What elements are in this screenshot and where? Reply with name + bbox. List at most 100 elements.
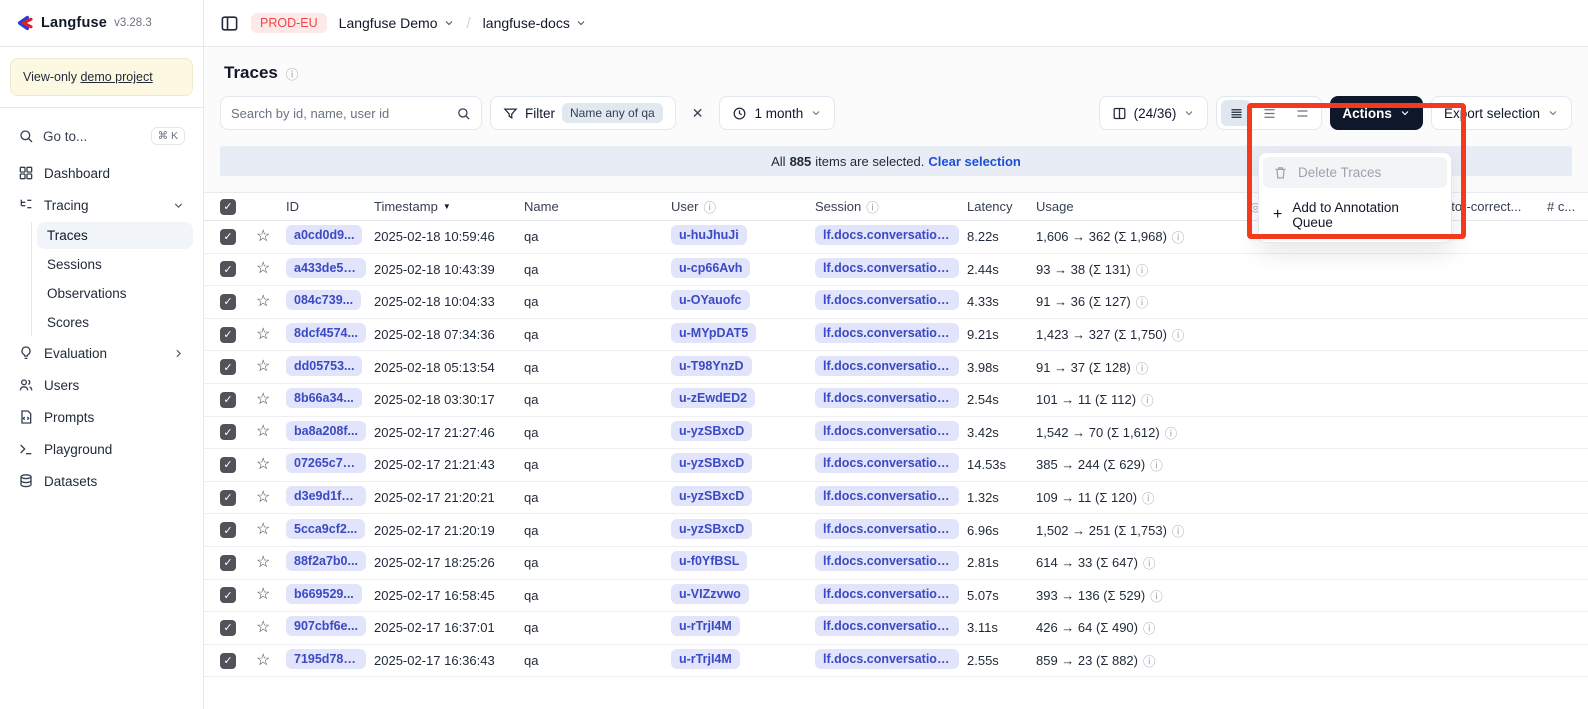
demo-project-link[interactable]: demo project — [80, 70, 152, 84]
user-badge[interactable]: u-T98YnzD — [671, 356, 752, 376]
time-range-button[interactable]: 1 month — [719, 96, 835, 130]
table-row[interactable]: ✓ ☆ d3e9d1f2... 2025-02-17 21:20:21 qa u… — [204, 482, 1588, 515]
star-icon[interactable]: ☆ — [256, 457, 270, 473]
trace-id-badge[interactable]: 907cbf6e... — [286, 616, 366, 636]
sidebar-item-playground[interactable]: Playground — [10, 434, 193, 464]
session-badge[interactable]: lf.docs.conversation... — [815, 486, 959, 506]
filter-button[interactable]: Filter Name any of qa — [490, 96, 676, 130]
session-badge[interactable]: lf.docs.conversation... — [815, 225, 959, 245]
columns-button[interactable]: (24/36) — [1099, 96, 1209, 130]
table-row[interactable]: ✓ ☆ b669529... 2025-02-17 16:58:45 qa u-… — [204, 580, 1588, 613]
col-header-latency[interactable]: Latency — [967, 199, 1036, 214]
table-row[interactable]: ✓ ☆ dd05753... 2025-02-18 05:13:54 qa u-… — [204, 351, 1588, 384]
row-checkbox[interactable]: ✓ — [220, 620, 236, 636]
session-badge[interactable]: lf.docs.conversation... — [815, 356, 959, 376]
info-icon[interactable]: ⓘ — [1150, 455, 1163, 474]
row-checkbox[interactable]: ✓ — [220, 229, 236, 245]
row-checkbox[interactable]: ✓ — [220, 294, 236, 310]
col-header-score3[interactable]: # c... — [1547, 199, 1588, 214]
trace-id-badge[interactable]: 5cca9cf2... — [286, 519, 365, 539]
info-icon[interactable]: ⓘ — [1136, 358, 1149, 377]
star-icon[interactable]: ☆ — [256, 359, 270, 375]
row-checkbox[interactable]: ✓ — [220, 555, 236, 571]
info-icon[interactable]: ⓘ — [1165, 423, 1178, 442]
trace-id-badge[interactable]: 8b66a34... — [286, 388, 362, 408]
info-icon[interactable]: ⓘ — [1143, 618, 1156, 637]
info-icon[interactable]: ⓘ — [1172, 227, 1185, 246]
row-checkbox[interactable]: ✓ — [220, 457, 236, 473]
star-icon[interactable]: ☆ — [256, 490, 270, 506]
row-checkbox[interactable]: ✓ — [220, 424, 236, 440]
search-input[interactable] — [231, 106, 456, 121]
row-checkbox[interactable]: ✓ — [220, 261, 236, 277]
session-badge[interactable]: lf.docs.conversation... — [815, 616, 959, 636]
table-row[interactable]: ✓ ☆ 5cca9cf2... 2025-02-17 21:20:19 qa u… — [204, 514, 1588, 547]
row-checkbox[interactable]: ✓ — [220, 392, 236, 408]
star-icon[interactable]: ☆ — [256, 327, 270, 343]
session-badge[interactable]: lf.docs.conversation... — [815, 551, 959, 571]
user-badge[interactable]: u-cp66Avh — [671, 258, 750, 278]
session-badge[interactable]: lf.docs.conversation... — [815, 323, 959, 343]
row-height-large-button[interactable] — [1287, 100, 1317, 126]
user-badge[interactable]: u-zEwdED2 — [671, 388, 755, 408]
info-icon[interactable]: ⓘ — [866, 197, 879, 216]
row-checkbox[interactable]: ✓ — [220, 490, 236, 506]
info-icon[interactable]: ⓘ — [1136, 260, 1149, 279]
clear-filter-button[interactable]: ✕ — [684, 105, 712, 122]
star-icon[interactable]: ☆ — [256, 261, 270, 277]
sidebar-item-evaluation[interactable]: Evaluation — [10, 338, 193, 368]
info-icon[interactable]: ⓘ — [1172, 521, 1185, 540]
table-row[interactable]: ✓ ☆ 88f2a7b0... 2025-02-17 18:25:26 qa u… — [204, 547, 1588, 580]
row-checkbox[interactable]: ✓ — [220, 522, 236, 538]
star-icon[interactable]: ☆ — [256, 392, 270, 408]
info-icon[interactable]: ⓘ — [1150, 586, 1163, 605]
info-icon[interactable]: ⓘ — [1141, 390, 1154, 409]
star-icon[interactable]: ☆ — [256, 555, 270, 571]
user-badge[interactable]: u-rTrjI4M — [671, 649, 740, 669]
star-icon[interactable]: ☆ — [256, 587, 270, 603]
trace-id-badge[interactable]: 084c739... — [286, 290, 361, 310]
session-badge[interactable]: lf.docs.conversation... — [815, 649, 959, 669]
trace-id-badge[interactable]: dd05753... — [286, 356, 362, 376]
sidebar-toggle-icon[interactable] — [220, 14, 239, 33]
user-badge[interactable]: u-yzSBxcD — [671, 519, 752, 539]
sidebar-item-tracing[interactable]: Tracing — [10, 190, 193, 220]
col-header-name[interactable]: Name — [524, 199, 671, 214]
table-row[interactable]: ✓ ☆ 907cbf6e... 2025-02-17 16:37:01 qa u… — [204, 612, 1588, 645]
table-row[interactable]: ✓ ☆ 7195d78e... 2025-02-17 16:36:43 qa u… — [204, 645, 1588, 678]
info-icon[interactable]: ⓘ — [1136, 292, 1149, 311]
info-icon[interactable]: ⓘ — [703, 197, 716, 216]
col-header-id[interactable]: ID — [286, 199, 374, 214]
sidebar-item-observations[interactable]: Observations — [37, 280, 193, 307]
col-header-session[interactable]: Sessionⓘ — [815, 197, 967, 216]
star-icon[interactable]: ☆ — [256, 294, 270, 310]
export-selection-button[interactable]: Export selection — [1431, 96, 1572, 130]
goto-search[interactable]: Go to... ⌘ K — [10, 120, 193, 152]
filter-value-chip[interactable]: Name any of qa — [562, 103, 663, 123]
star-icon[interactable]: ☆ — [256, 229, 270, 245]
menu-item-delete-traces[interactable]: Delete Traces — [1263, 157, 1447, 188]
trace-id-badge[interactable]: a433de51... — [286, 258, 366, 278]
trace-id-badge[interactable]: 07265c7a... — [286, 453, 366, 473]
info-icon[interactable]: ⓘ — [1143, 553, 1156, 572]
trace-id-badge[interactable]: 88f2a7b0... — [286, 551, 366, 571]
user-badge[interactable]: u-rTrjI4M — [671, 616, 740, 636]
user-badge[interactable]: u-yzSBxcD — [671, 421, 752, 441]
info-icon[interactable]: ⓘ — [1172, 325, 1185, 344]
session-badge[interactable]: lf.docs.conversation... — [815, 519, 959, 539]
sidebar-item-traces[interactable]: Traces — [37, 222, 193, 249]
trace-id-badge[interactable]: ba8a208f... — [286, 421, 366, 441]
user-badge[interactable]: u-VIZzvwo — [671, 584, 749, 604]
session-badge[interactable]: lf.docs.conversation... — [815, 584, 959, 604]
table-row[interactable]: ✓ ☆ a433de51... 2025-02-18 10:43:39 qa u… — [204, 254, 1588, 287]
table-row[interactable]: ✓ ☆ ba8a208f... 2025-02-17 21:27:46 qa u… — [204, 417, 1588, 450]
sidebar-item-scores[interactable]: Scores — [37, 309, 193, 336]
session-badge[interactable]: lf.docs.conversation... — [815, 453, 959, 473]
sidebar-item-sessions[interactable]: Sessions — [37, 251, 193, 278]
star-icon[interactable]: ☆ — [256, 522, 270, 538]
star-icon[interactable]: ☆ — [256, 424, 270, 440]
star-icon[interactable]: ☆ — [256, 620, 270, 636]
table-row[interactable]: ✓ ☆ 084c739... 2025-02-18 10:04:33 qa u-… — [204, 286, 1588, 319]
trace-id-badge[interactable]: 8dcf4574... — [286, 323, 366, 343]
user-badge[interactable]: u-yzSBxcD — [671, 453, 752, 473]
